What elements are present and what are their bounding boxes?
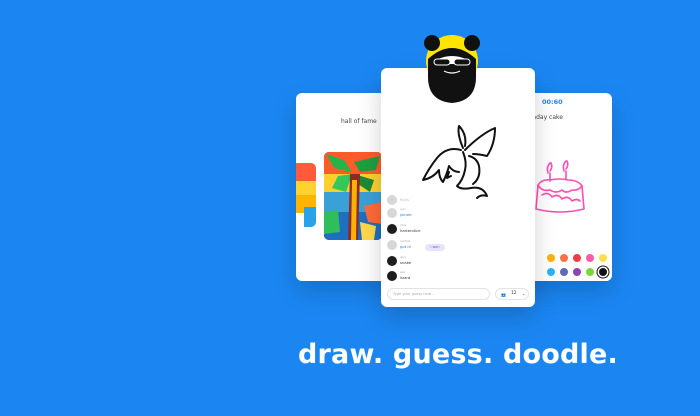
chat-feed: flo/is ryan joined mike hartendice cas/f…	[381, 192, 535, 284]
swatch-color[interactable]	[586, 254, 594, 262]
palm-tree-illustration	[324, 152, 382, 240]
swatch-color[interactable]	[573, 268, 581, 276]
chat-message-text: snake	[400, 260, 412, 265]
chat-message-text: joined	[400, 212, 412, 217]
win-badge-label: i won	[430, 245, 440, 249]
chat-username: alice	[400, 256, 407, 259]
win-badge: i won	[425, 244, 445, 251]
swatch-color[interactable]	[560, 254, 568, 262]
tagline: draw. guess. doodle.	[298, 339, 618, 370]
swatch-color[interactable]	[547, 254, 555, 262]
avatar	[387, 224, 397, 234]
swatch-color[interactable]	[547, 268, 555, 276]
avatar	[387, 208, 397, 218]
avatar	[387, 195, 397, 205]
chat-message-text: got it!	[400, 244, 412, 249]
avatar	[387, 271, 397, 281]
chat-username: alex	[400, 271, 406, 274]
players-count: 12	[511, 291, 517, 296]
swatch-color[interactable]	[560, 268, 568, 276]
guess-input[interactable]: Type your guess here...	[387, 288, 490, 300]
swatch-color[interactable]	[599, 254, 607, 262]
players-count-selector[interactable]: 👥 12 ⌄	[495, 288, 529, 300]
swatch-color[interactable]	[573, 254, 581, 262]
people-icon: 👥	[501, 292, 506, 297]
avatar	[387, 240, 397, 250]
chat-message-text: hartendice	[400, 228, 421, 233]
round-timer: 00:60	[542, 98, 563, 106]
chat-username: mike	[400, 224, 407, 227]
swatch-color-selected[interactable]	[599, 268, 607, 276]
swatch-color[interactable]	[586, 268, 594, 276]
chat-message-text: lizard	[400, 275, 411, 280]
chat-message-text: flo/is	[400, 197, 410, 202]
hall-of-fame-drawing-palm-tree[interactable]	[324, 152, 382, 240]
avatar	[387, 256, 397, 266]
hall-of-fame-title: hall of fame	[341, 118, 377, 125]
hall-of-fame-drawing-previous[interactable]	[296, 163, 316, 227]
chevron-down-icon: ⌄	[522, 291, 526, 296]
birthday-cake-drawing	[535, 160, 585, 213]
drawer-avatar	[418, 29, 486, 105]
chat-username: ryan	[400, 208, 406, 211]
chat-username: cas/fast	[400, 240, 411, 243]
